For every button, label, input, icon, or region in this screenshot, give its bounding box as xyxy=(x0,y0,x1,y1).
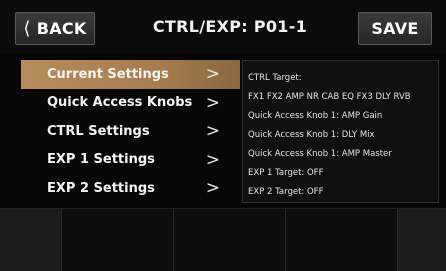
chevron-right-icon: > xyxy=(205,121,220,141)
knob-slot[interactable] xyxy=(174,209,286,271)
info-line: Quick Access Knob 1: AMP Master xyxy=(248,149,392,159)
save-button-label: SAVE xyxy=(371,19,419,38)
knob-strip xyxy=(0,208,446,271)
page-title: CTRL/EXP: P01-1 xyxy=(152,17,308,36)
menu-item-quick-access-knobs[interactable]: Quick Access Knobs > xyxy=(21,89,240,118)
knob-slot[interactable] xyxy=(0,209,62,271)
menu-item-exp2-settings[interactable]: EXP 2 Settings > xyxy=(21,174,240,203)
header-bar: ⟨ BACK CTRL/EXP: P01-1 SAVE xyxy=(0,0,446,54)
menu-item-ctrl-settings[interactable]: CTRL Settings > xyxy=(21,117,240,146)
chevron-right-icon: > xyxy=(205,149,220,170)
menu-item-exp1-settings[interactable]: EXP 1 Settings > xyxy=(21,146,240,175)
screen: ⟨ BACK CTRL/EXP: P01-1 SAVE Current Sett… xyxy=(0,0,446,271)
chevron-right-icon: > xyxy=(205,178,220,198)
back-button[interactable]: ⟨ BACK xyxy=(15,12,95,45)
menu-item-current-settings[interactable]: Current Settings > xyxy=(21,60,240,89)
chevron-left-icon: ⟨ xyxy=(23,18,31,39)
knob-slot[interactable] xyxy=(398,209,446,271)
back-button-label: BACK xyxy=(36,19,87,38)
info-line: FX1 FX2 AMP NR CAB EQ FX3 DLY RVB xyxy=(248,92,411,102)
current-settings-panel: CTRL Target: FX1 FX2 AMP NR CAB EQ FX3 D… xyxy=(242,60,439,203)
info-line: Quick Access Knob 1: DLY Mix xyxy=(248,130,375,140)
info-line: EXP 1 Target: OFF xyxy=(248,168,324,178)
chevron-right-icon: > xyxy=(205,92,220,113)
info-line: Quick Access Knob 1: AMP Gain xyxy=(248,111,383,121)
settings-menu: Current Settings > Quick Access Knobs > … xyxy=(21,60,240,203)
info-line: CTRL Target: xyxy=(248,73,302,83)
save-button[interactable]: SAVE xyxy=(358,12,432,45)
knob-slot[interactable] xyxy=(286,209,398,271)
info-line: EXP 2 Target: OFF xyxy=(248,187,324,197)
chevron-right-icon: > xyxy=(205,64,220,84)
knob-slot[interactable] xyxy=(62,209,174,271)
